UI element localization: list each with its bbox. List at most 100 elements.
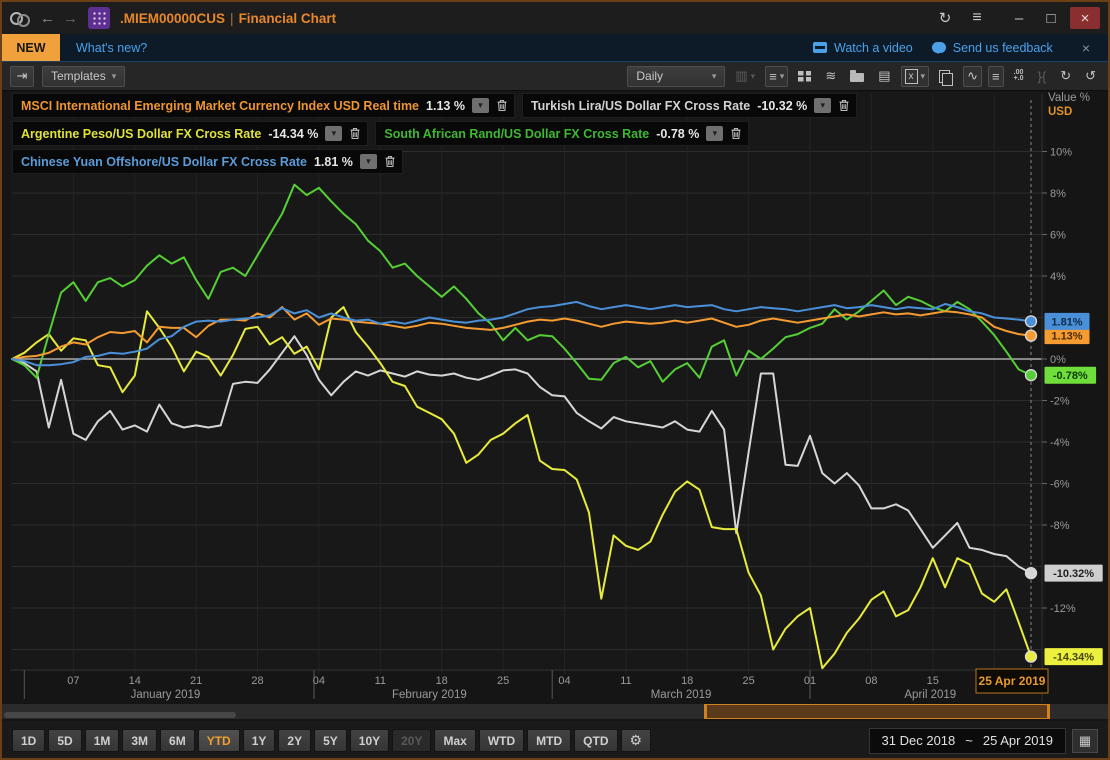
day-tick-label: 18 (681, 675, 693, 687)
axis-badge-label: -10.32% (1053, 568, 1094, 580)
series-end-dot-south-african-rand-usd (1026, 370, 1037, 381)
period-button-wtd[interactable]: WTD (479, 729, 524, 752)
day-tick-label: 04 (558, 675, 570, 687)
trash-icon (838, 99, 850, 112)
axis-badge-label: 1.13% (1051, 331, 1082, 343)
collapse-chevron-icon[interactable]: ▾ (325, 126, 342, 141)
delete-series-button[interactable] (349, 127, 361, 140)
period-button-1m[interactable]: 1M (85, 729, 120, 752)
legend-chip-south-african-rand-usd[interactable]: South African Rand/US Dollar FX Cross Ra… (375, 121, 749, 146)
financial-chart-window: January 2019 February 2019 March 2019 April… (0, 0, 1110, 760)
date-range-box[interactable]: 31 Dec 2018 ~ 25 Apr 2019 (869, 728, 1066, 754)
trash-icon (730, 127, 742, 140)
trash-icon (384, 155, 396, 168)
legend-value: -0.78 % (656, 127, 699, 141)
month-label: April 2019 (904, 689, 956, 701)
legend-value: 1.13 % (426, 99, 465, 113)
series-end-dot-argentine-peso-usd (1026, 651, 1037, 662)
day-tick-label: 04 (313, 675, 325, 687)
axis-badge-label: 1.81% (1051, 316, 1082, 328)
series-end-dot-chinese-yuan-offshore-usd (1026, 316, 1037, 327)
y-tick-label: 6% (1050, 230, 1066, 242)
period-button-5y[interactable]: 5Y (314, 729, 347, 752)
period-button-1d[interactable]: 1D (12, 729, 45, 752)
month-label: January 2019 (131, 689, 201, 701)
legend-chip-msci-em-currency-index[interactable]: MSCI International Emerging Market Curre… (12, 93, 515, 118)
collapse-chevron-icon[interactable]: ▾ (472, 98, 489, 113)
legend-chip-turkish-lira-usd[interactable]: Turkish Lira/US Dollar FX Cross Rate -10.… (522, 93, 857, 118)
day-tick-label: 18 (436, 675, 448, 687)
period-button-3m[interactable]: 3M (122, 729, 157, 752)
period-button-qtd[interactable]: QTD (574, 729, 617, 752)
period-button-ytd[interactable]: YTD (198, 729, 240, 752)
collapse-chevron-icon[interactable]: ▾ (360, 154, 377, 169)
day-tick-label: 08 (865, 675, 877, 687)
date-range-separator: ~ (965, 733, 973, 748)
legend-label: Turkish Lira/US Dollar FX Cross Rate (531, 99, 750, 113)
legend-chip-chinese-yuan-offshore-usd[interactable]: Chinese Yuan Offshore/US Dollar FX Cross… (12, 149, 403, 174)
delete-series-button[interactable] (496, 99, 508, 112)
y-tick-label: -12% (1050, 603, 1076, 615)
delete-series-button[interactable] (384, 155, 396, 168)
delete-series-button[interactable] (838, 99, 850, 112)
y-axis-title: Value % (1048, 92, 1090, 104)
legend-chip-argentine-peso-usd[interactable]: Argentine Peso/US Dollar FX Cross Rate-1… (12, 121, 368, 146)
period-button-6m[interactable]: 6M (160, 729, 195, 752)
y-tick-label: 8% (1050, 188, 1066, 200)
legend-row: Chinese Yuan Offshore/US Dollar FX Cross… (12, 149, 857, 174)
day-tick-label: 11 (620, 675, 631, 687)
day-tick-label: 11 (375, 675, 386, 687)
collapse-chevron-icon[interactable]: ▾ (814, 98, 831, 113)
date-range-end: 25 Apr 2019 (983, 733, 1053, 748)
day-tick-label: 14 (129, 675, 141, 687)
month-label: February 2019 (392, 689, 467, 701)
legend-label: South African Rand/US Dollar FX Cross Ra… (384, 127, 649, 141)
series-end-dot-turkish-lira-usd (1026, 568, 1037, 579)
plot-background (10, 92, 1046, 672)
date-range-start: 31 Dec 2018 (882, 733, 956, 748)
period-button-mtd[interactable]: MTD (527, 729, 571, 752)
delete-series-button[interactable] (730, 127, 742, 140)
date-range: 31 Dec 2018 ~ 25 Apr 2019 ▦ (869, 728, 1098, 754)
chart-settings-gear-icon[interactable]: ⚙ (621, 729, 652, 752)
y-tick-label: 0% (1050, 354, 1066, 366)
period-button-5d[interactable]: 5D (48, 729, 81, 752)
period-button-2y[interactable]: 2Y (278, 729, 311, 752)
day-tick-label: 07 (67, 675, 79, 687)
day-tick-label: 25 (497, 675, 509, 687)
month-label: March 2019 (651, 689, 712, 701)
period-bar: 1D5D1M3M6MYTD1Y2Y5Y10Y20YMaxWTDMTDQTD⚙ 3… (2, 721, 1108, 760)
day-tick-label: 21 (190, 675, 202, 687)
day-tick-label: 25 (742, 675, 754, 687)
trash-icon (349, 127, 361, 140)
legend: MSCI International Emerging Market Curre… (12, 93, 857, 177)
legend-label: Chinese Yuan Offshore/US Dollar FX Cross… (21, 155, 307, 169)
last-date-label: 25 Apr 2019 (979, 674, 1046, 688)
legend-value: -10.32 % (757, 99, 807, 113)
legend-value: 1.81 % (314, 155, 353, 169)
axis-badge-label: -14.34% (1053, 652, 1094, 664)
legend-row: MSCI International Emerging Market Curre… (12, 93, 857, 118)
y-tick-label: -8% (1050, 520, 1070, 532)
trash-icon (496, 99, 508, 112)
day-tick-label: 28 (251, 675, 263, 687)
y-tick-label: 4% (1050, 271, 1066, 283)
y-tick-label: -4% (1050, 437, 1070, 449)
y-tick-label: -6% (1050, 479, 1070, 491)
day-tick-label: 15 (927, 675, 939, 687)
period-button-20y: 20Y (392, 729, 431, 752)
range-selector-track[interactable] (2, 704, 1108, 719)
range-selector-handle[interactable] (704, 704, 1050, 719)
period-button-10y[interactable]: 10Y (350, 729, 389, 752)
collapse-chevron-icon[interactable]: ▾ (706, 126, 723, 141)
day-tick-label: 01 (804, 675, 816, 687)
calendar-icon[interactable]: ▦ (1072, 729, 1098, 753)
y-tick-label: 10% (1050, 147, 1072, 159)
legend-label: MSCI International Emerging Market Curre… (21, 99, 419, 113)
period-button-max[interactable]: Max (434, 729, 475, 752)
period-button-1y[interactable]: 1Y (243, 729, 276, 752)
range-track-segment (4, 712, 236, 718)
series-end-dot-msci-em-currency-index (1026, 330, 1037, 341)
y-axis-currency: USD (1048, 106, 1072, 118)
axis-badge-label: -0.78% (1053, 370, 1088, 382)
